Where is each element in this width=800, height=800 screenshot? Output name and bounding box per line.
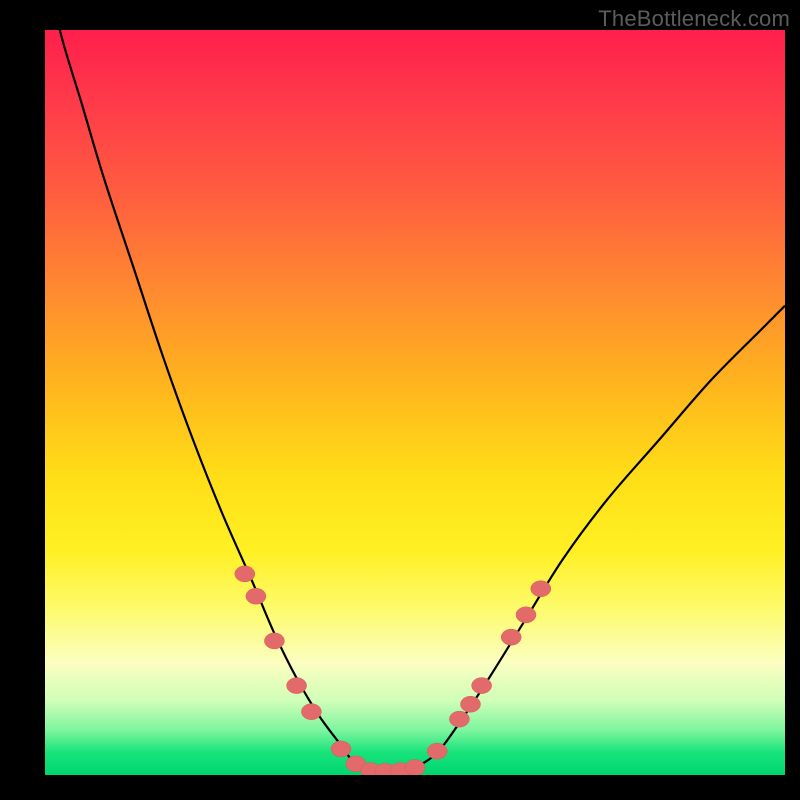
- marker-dot: [427, 743, 447, 759]
- watermark-text: TheBottleneck.com: [598, 6, 790, 32]
- marker-dot: [516, 607, 536, 623]
- curve-path: [45, 30, 785, 772]
- marker-dots: [235, 566, 551, 775]
- plot-area: [45, 30, 785, 775]
- marker-dot: [501, 629, 521, 645]
- marker-dot: [246, 588, 266, 604]
- marker-dot: [405, 760, 425, 775]
- chart-frame: TheBottleneck.com: [0, 0, 800, 800]
- marker-dot: [264, 633, 284, 649]
- marker-dot: [301, 704, 321, 720]
- marker-dot: [331, 741, 351, 757]
- marker-dot: [287, 678, 307, 694]
- marker-dot: [531, 581, 551, 597]
- marker-dot: [235, 566, 255, 582]
- marker-dot: [461, 696, 481, 712]
- marker-dot: [472, 678, 492, 694]
- marker-dot: [449, 711, 469, 727]
